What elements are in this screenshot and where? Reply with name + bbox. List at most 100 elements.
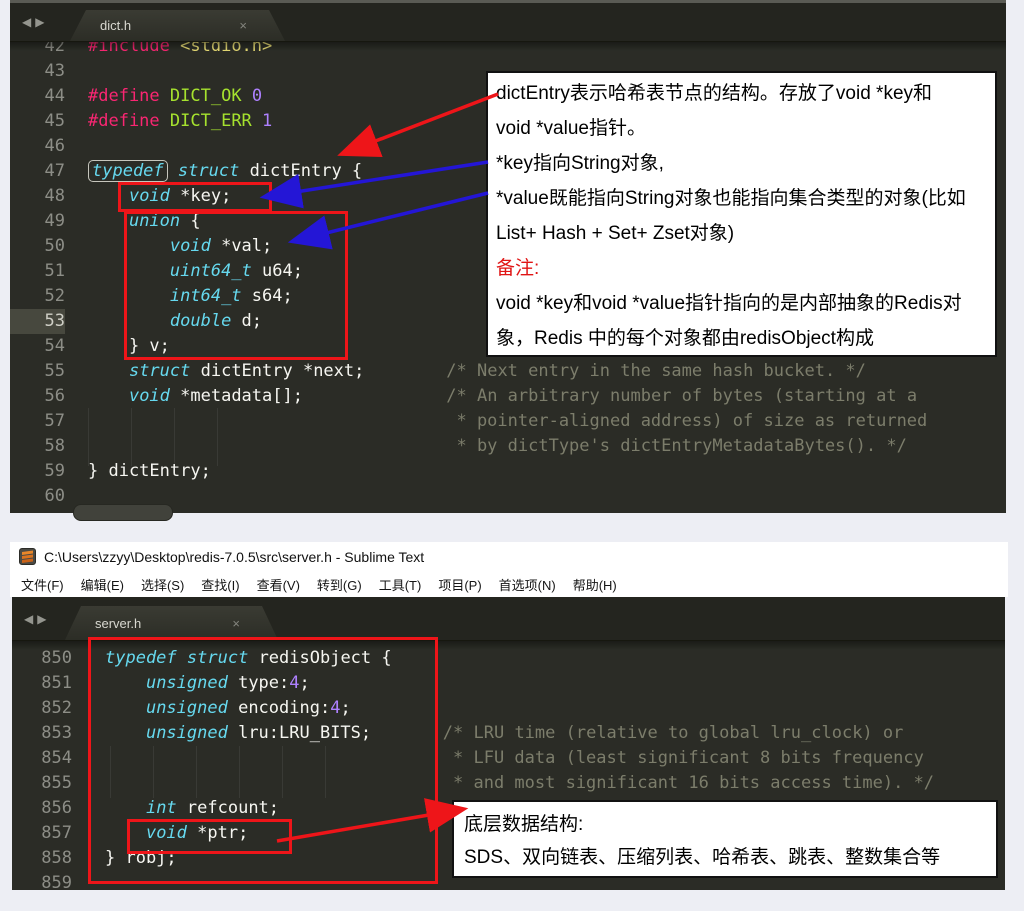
code-line[interactable]: 853 unsigned lru:LRU_BITS; /* LRU time (… — [12, 721, 1005, 746]
back-icon: ◀ — [22, 15, 35, 29]
indent-guide — [131, 408, 132, 466]
forward-icon: ▶ — [35, 15, 48, 29]
menu-item-view[interactable]: 查看(V) — [257, 575, 300, 594]
line-number: 859 — [12, 871, 72, 890]
tab-server-h[interactable]: server.h × — [65, 606, 278, 640]
line-number: 57 — [10, 409, 65, 434]
code-line[interactable]: 55 struct dictEntry *next; /* Next entry… — [10, 359, 1006, 384]
line-number: 851 — [12, 671, 72, 696]
code-text: } dictEntry; — [88, 459, 211, 484]
annotation-top-body: dictEntry表示哈希表节点的结构。存放了void *key和void *v… — [496, 76, 987, 356]
annotation-line: 象，Redis 中的每个对象都由redisObject构成 — [496, 321, 987, 356]
history-nav-arrows[interactable]: ◀▶ — [22, 15, 48, 29]
line-number: 49 — [10, 209, 65, 234]
line-number: 852 — [12, 696, 72, 721]
annotation-line: SDS、双向链表、压缩列表、哈希表、跳表、整数集合等 — [464, 841, 986, 874]
annotation-line: List+ Hash + Set+ Zset对象) — [496, 216, 987, 251]
menu-item-preferences[interactable]: 首选项(N) — [499, 575, 556, 594]
indent-guide — [196, 746, 197, 798]
line-number: 51 — [10, 259, 65, 284]
close-icon[interactable]: × — [239, 18, 247, 33]
code-text: void *ptr; — [105, 821, 248, 846]
history-nav-arrows[interactable]: ◀▶ — [24, 612, 50, 626]
indent-guide — [282, 746, 283, 798]
code-text: unsigned encoding:4; — [105, 696, 351, 721]
annotation-line: *value既能指向String对象也能指向集合类型的对象(比如 — [496, 181, 987, 216]
menu-item-project[interactable]: 项目(P) — [438, 575, 481, 594]
line-number: 54 — [10, 334, 65, 359]
annotation-line: 底层数据结构: — [464, 808, 986, 841]
code-text: #define DICT_OK 0 — [88, 84, 262, 109]
indent-guide — [153, 746, 154, 798]
code-text: union { — [88, 209, 201, 234]
line-number: 52 — [10, 284, 65, 309]
code-text: unsigned type:4; — [105, 671, 310, 696]
menu-item-tools[interactable]: 工具(T) — [379, 575, 422, 594]
menu-item-selection[interactable]: 选择(S) — [141, 575, 184, 594]
code-text: * LFU data (least significant 8 bits fre… — [105, 746, 924, 771]
indent-guide — [217, 408, 218, 466]
menu-bar: 文件(F) 编辑(E) 选择(S) 查找(I) 查看(V) 转到(G) 工具(T) 项目(P)… — [10, 571, 1008, 597]
code-text: uint64_t u64; — [88, 259, 303, 284]
tab-label: server.h — [65, 616, 141, 631]
forward-icon: ▶ — [37, 612, 50, 626]
code-text: void *val; — [88, 234, 272, 259]
code-text: int refcount; — [105, 796, 279, 821]
code-text: * and most significant 16 bits access ti… — [105, 771, 934, 796]
menu-item-find[interactable]: 查找(I) — [201, 575, 239, 594]
code-text: typedef struct dictEntry { — [88, 159, 362, 184]
annotation-line: *key指向String对象, — [496, 146, 987, 181]
menu-item-edit[interactable]: 编辑(E) — [81, 575, 124, 594]
code-text: double d; — [88, 309, 262, 334]
code-text: void *metadata[]; /* An arbitrary number… — [88, 384, 917, 409]
annotation-bottom-body: 底层数据结构:SDS、双向链表、压缩列表、哈希表、跳表、整数集合等 — [464, 808, 986, 874]
line-number: 50 — [10, 234, 65, 259]
line-number: 855 — [12, 771, 72, 796]
indent-guide — [110, 746, 111, 798]
window-title: C:\Users\zzyy\Desktop\redis-7.0.5\src\se… — [44, 549, 424, 565]
indent-guide — [88, 408, 89, 466]
code-text: * pointer-aligned address) of size as re… — [88, 409, 927, 434]
code-line[interactable]: 58 * by dictType's dictEntryMetadataByte… — [10, 434, 1006, 459]
code-line[interactable]: 850 typedef struct redisObject { — [12, 646, 1005, 671]
code-line[interactable]: 59 } dictEntry; — [10, 459, 1006, 484]
annotation-box-dictentry: dictEntry表示哈希表节点的结构。存放了void *key和void *v… — [486, 71, 997, 357]
close-icon[interactable]: × — [232, 616, 240, 631]
code-text: struct dictEntry *next; /* Next entry in… — [88, 359, 866, 384]
line-number: 858 — [12, 846, 72, 871]
line-number: 850 — [12, 646, 72, 671]
annotation-line: void *value指针。 — [496, 111, 987, 146]
code-line[interactable]: 854 * LFU data (least significant 8 bits… — [12, 746, 1005, 771]
annotation-line: void *key和void *value指针指向的是内部抽象的Redis对 — [496, 286, 987, 321]
code-text: typedef struct redisObject { — [105, 646, 392, 671]
line-number: 53 — [10, 309, 65, 334]
code-line[interactable]: 855 * and most significant 16 bits acces… — [12, 771, 1005, 796]
line-number: 853 — [12, 721, 72, 746]
menu-item-file[interactable]: 文件(F) — [21, 575, 64, 594]
code-line[interactable]: 56 void *metadata[]; /* An arbitrary num… — [10, 384, 1006, 409]
line-number: 43 — [10, 59, 65, 84]
code-text: void *key; — [88, 184, 231, 209]
title-bar: C:\Users\zzyy\Desktop\redis-7.0.5\src\se… — [10, 542, 1008, 571]
code-line[interactable]: 851 unsigned type:4; — [12, 671, 1005, 696]
code-text: } v; — [88, 334, 170, 359]
horizontal-scrollbar-handle[interactable] — [73, 504, 173, 521]
code-text: unsigned lru:LRU_BITS; /* LRU time (rela… — [105, 721, 903, 746]
menu-item-help[interactable]: 帮助(H) — [573, 575, 617, 594]
annotation-line: dictEntry表示哈希表节点的结构。存放了void *key和 — [496, 76, 987, 111]
indent-guide — [325, 746, 326, 798]
line-number: 60 — [10, 484, 65, 509]
code-line[interactable]: 57 * pointer-aligned address) of size as… — [10, 409, 1006, 434]
indent-guide — [174, 408, 175, 466]
tab-dict-h[interactable]: dict.h × — [70, 10, 285, 41]
tab-bar-bottom: ◀▶ server.h × — [12, 597, 1005, 641]
line-number: 55 — [10, 359, 65, 384]
line-number: 854 — [12, 746, 72, 771]
tab-bar-top: ◀▶ dict.h × — [10, 3, 1006, 42]
menu-item-goto[interactable]: 转到(G) — [317, 575, 362, 594]
code-text: #define DICT_ERR 1 — [88, 109, 272, 134]
line-number: 59 — [10, 459, 65, 484]
sublime-text-icon — [19, 548, 36, 565]
line-number: 856 — [12, 796, 72, 821]
code-line[interactable]: 852 unsigned encoding:4; — [12, 696, 1005, 721]
